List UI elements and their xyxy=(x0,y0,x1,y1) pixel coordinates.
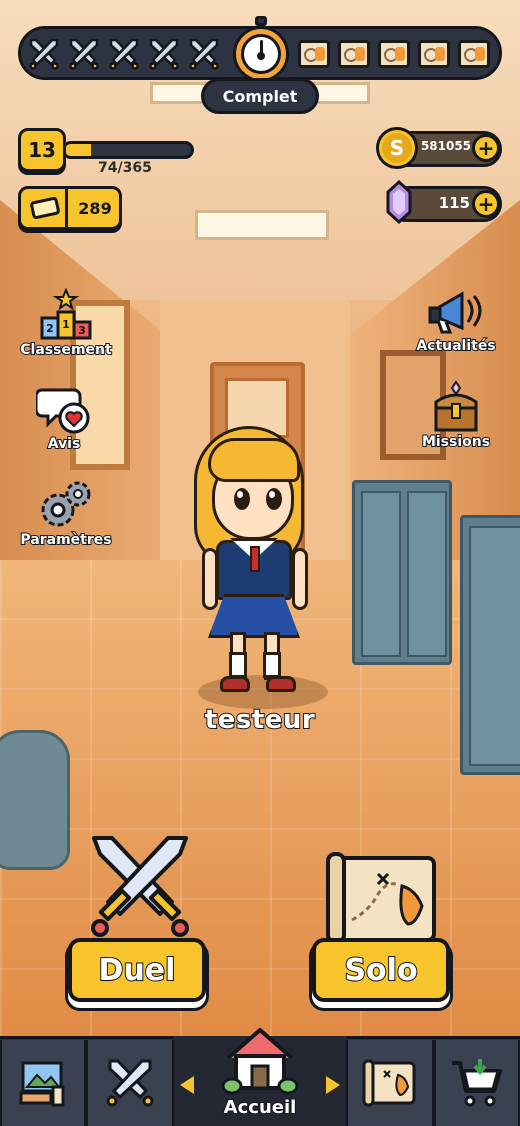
reviews-button[interactable]: Avis xyxy=(12,382,116,453)
xp-text: 74/365 xyxy=(98,160,152,176)
ticket-value: 289 xyxy=(78,198,112,218)
xp-progress-fill xyxy=(65,144,91,156)
coin-value: 581055 xyxy=(420,139,472,153)
nav-gallery[interactable] xyxy=(0,1040,86,1126)
map-icon xyxy=(362,1059,416,1107)
coin-icon: S xyxy=(376,127,418,169)
nav-duel[interactable] xyxy=(86,1040,174,1126)
svg-text:3: 3 xyxy=(78,324,86,337)
solo-slot-map-icon xyxy=(377,37,411,71)
news-button[interactable]: Actualités xyxy=(404,284,508,355)
swords-icon xyxy=(106,1059,154,1107)
ticket-icon xyxy=(25,192,65,224)
missions-label: Missions xyxy=(421,433,491,451)
house-icon xyxy=(222,1028,298,1095)
gem-value: 115 xyxy=(438,194,470,212)
reviews-label: Avis xyxy=(47,435,82,453)
solo-slot-map-icon xyxy=(297,37,331,71)
megaphone-icon xyxy=(428,291,482,334)
player-name: testeur xyxy=(204,704,316,736)
treasure-chest-icon xyxy=(434,380,478,432)
level-badge[interactable]: 13 xyxy=(18,128,66,172)
nav-prev-arrow-icon[interactable] xyxy=(180,1076,194,1094)
podium-icon: 1 2 3 xyxy=(40,287,92,340)
duel-slot-swords-icon xyxy=(187,37,221,71)
stopwatch-icon[interactable] xyxy=(233,16,289,82)
nav-next-arrow-icon[interactable] xyxy=(326,1076,340,1094)
gears-icon xyxy=(41,481,91,527)
solo-slot-map-icon xyxy=(337,37,371,71)
xp-progress-bar xyxy=(62,141,194,159)
add-coins-button[interactable]: + xyxy=(472,134,500,162)
svg-text:2: 2 xyxy=(46,322,54,335)
gallery-icon xyxy=(19,1061,65,1107)
player-avatar[interactable] xyxy=(180,420,330,710)
add-gems-button[interactable]: + xyxy=(472,190,500,218)
missions-button[interactable]: Missions xyxy=(404,380,508,451)
duel-slot-swords-icon xyxy=(147,37,181,71)
duel-button[interactable]: Duel xyxy=(68,938,206,1002)
solo-slot-map-icon xyxy=(417,37,451,71)
status-badge: Complet xyxy=(201,78,319,114)
leaderboard-button[interactable]: 1 2 3 Classement xyxy=(14,287,118,359)
chat-heart-icon xyxy=(34,388,90,434)
ticket-counter[interactable]: 289 xyxy=(18,186,122,230)
nav-shop[interactable] xyxy=(434,1040,520,1126)
duel-slot-swords-icon xyxy=(67,37,101,71)
leaderboard-label: Classement xyxy=(19,341,112,359)
solo-button[interactable]: Solo xyxy=(312,938,450,1002)
backpack xyxy=(0,730,70,870)
news-label: Actualités xyxy=(415,337,496,355)
crossed-swords-icon xyxy=(91,836,189,937)
gem-icon xyxy=(386,180,412,224)
settings-button[interactable]: Paramètres xyxy=(14,478,118,549)
svg-text:1: 1 xyxy=(62,318,70,331)
cart-icon xyxy=(452,1059,502,1107)
duel-slot-swords-icon xyxy=(27,37,61,71)
nav-home-label: Accueil xyxy=(223,1096,298,1119)
treasure-map-icon xyxy=(326,852,436,944)
solo-slot-map-icon xyxy=(457,37,491,71)
settings-label: Paramètres xyxy=(19,531,112,549)
duel-slot-swords-icon xyxy=(107,37,141,71)
nav-solo[interactable] xyxy=(346,1040,434,1126)
